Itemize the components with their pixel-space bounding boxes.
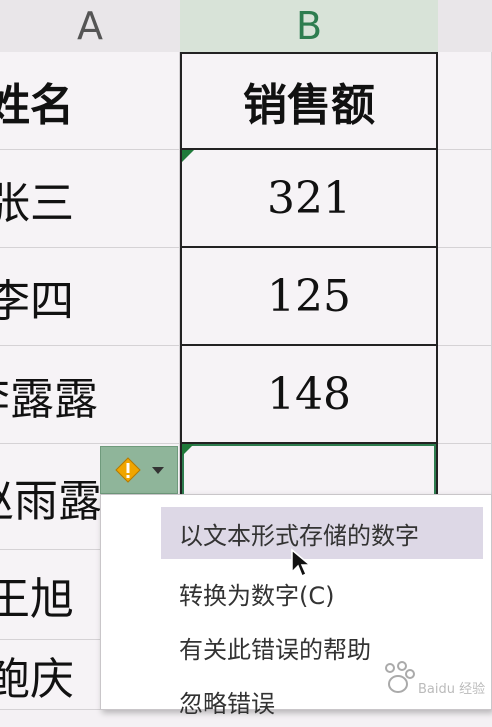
cell-text: 125 [267,270,351,322]
column-header-a[interactable]: A [0,0,181,53]
cell-b3[interactable]: 125 [180,248,438,346]
cell-b2[interactable]: 321 [180,150,438,248]
chevron-down-icon [152,466,164,474]
error-smart-tag-button[interactable] [100,446,178,494]
column-header-c[interactable] [438,0,492,53]
error-indicator [182,444,194,456]
cell-text: 李四 [0,275,74,327]
cell-text: 赵雨露 [0,475,102,527]
error-indicator [182,150,194,162]
cell-text: 李露露 [0,373,98,425]
menu-item-number-stored-as-text[interactable]: 以文本形式存储的数字 [161,507,483,559]
cell-b1[interactable]: 销售额 [180,52,438,150]
cell-c1[interactable] [438,52,492,150]
cell-a3[interactable]: 李四 [0,248,180,346]
cell-c4[interactable] [438,346,492,444]
warning-icon [114,456,142,484]
mouse-cursor-icon [291,548,312,578]
paw-icon [385,661,415,693]
cell-c3[interactable] [438,248,492,346]
cell-text: 张三 [0,177,74,229]
cell-a4[interactable]: 李露露 [0,346,180,444]
column-header-b[interactable]: B [180,0,439,54]
cell-text: 姓名 [0,79,74,131]
cell-a1[interactable]: 姓名 [0,52,180,150]
watermark-text: Baidu 经验 [418,682,486,697]
cell-b4[interactable]: 148 [180,346,438,444]
cell-c2[interactable] [438,150,492,248]
menu-item-convert-to-number[interactable]: 转换为数字(C) [161,567,483,619]
cell-a2[interactable]: 张三 [0,150,180,248]
cell-text: 王旭 [0,573,74,625]
cell-text: 148 [267,368,351,420]
cell-text: 321 [267,172,351,224]
cell-text: 鲍庆 [0,653,74,705]
watermark-logo: Baidu 经验 [378,658,488,704]
